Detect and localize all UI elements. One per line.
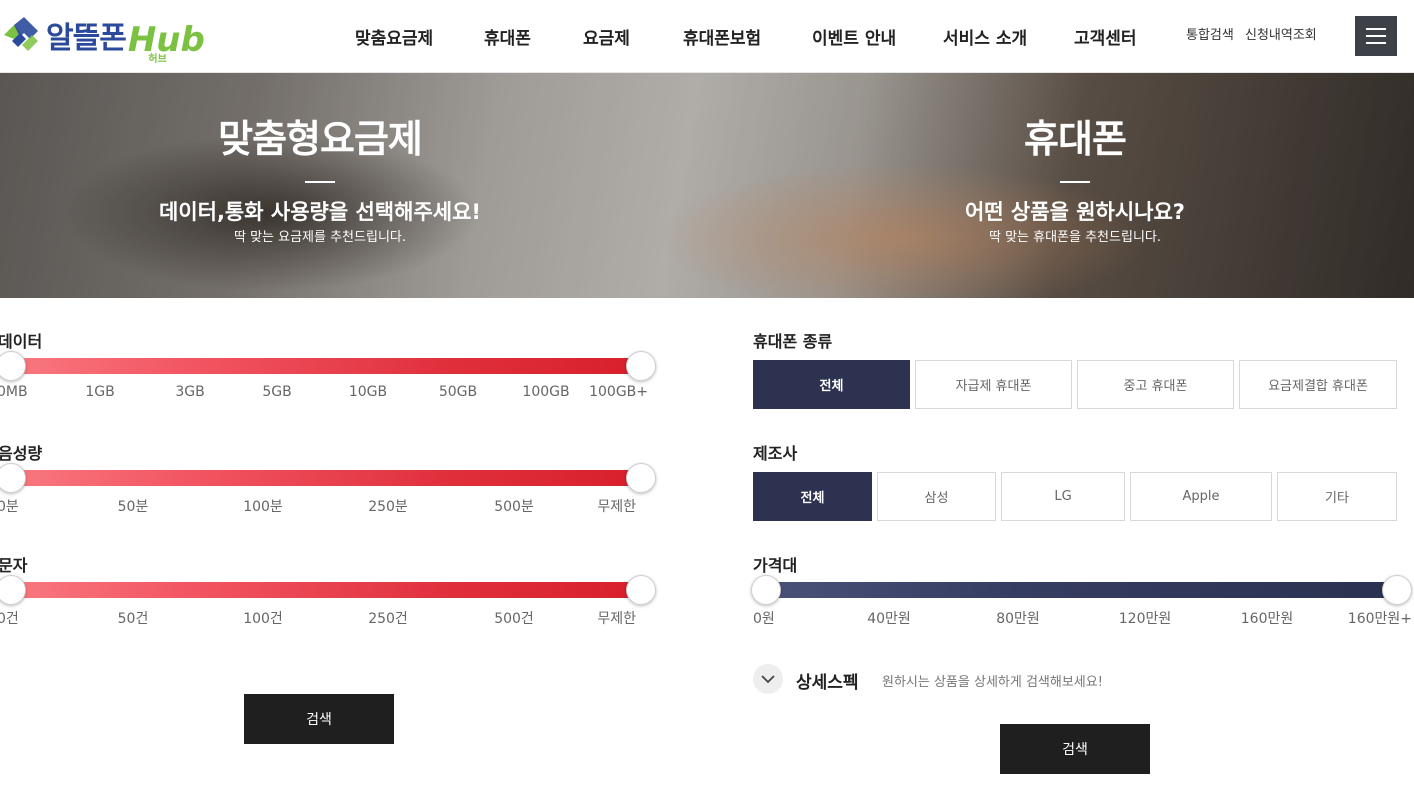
- logo-sub-text: 허브: [148, 54, 167, 65]
- data-slider-track[interactable]: [0, 358, 645, 374]
- voice-tick: 50분: [117, 499, 149, 515]
- price-tick: 160만원: [1240, 611, 1294, 627]
- plan-search-button[interactable]: 검색: [244, 694, 394, 744]
- maker-option-other[interactable]: 기타: [1277, 472, 1397, 521]
- util-link-search[interactable]: 통합검색: [1186, 24, 1234, 43]
- sms-tick: 100건: [243, 611, 283, 627]
- maker-option-samsung[interactable]: 삼성: [877, 472, 996, 521]
- site-logo[interactable]: 알뜰폰 Hub 허브: [0, 12, 205, 65]
- price-tick: 160만원+: [1347, 611, 1412, 627]
- sms-slider-label: 문자: [0, 556, 28, 575]
- hamburger-menu-button[interactable]: [1355, 16, 1397, 56]
- nav-item-event[interactable]: 이벤트 안내: [812, 24, 896, 49]
- price-slider-min-handle[interactable]: [751, 575, 781, 605]
- data-tick: 100GB: [522, 384, 570, 400]
- data-tick: 3GB: [175, 384, 205, 400]
- sms-tick: 500건: [494, 611, 534, 627]
- hero-banner: 맞춤형요금제 데이터,통화 사용량을 선택해주세요! 딱 맞는 요금제를 추천드…: [0, 73, 1414, 298]
- sms-slider-track[interactable]: [0, 582, 645, 598]
- voice-slider-label: 음성량: [0, 444, 43, 463]
- voice-tick: 0분: [0, 499, 19, 515]
- voice-tick: 100분: [243, 499, 283, 515]
- phone-search-button[interactable]: 검색: [1000, 724, 1150, 774]
- maker-option-all[interactable]: 전체: [753, 472, 872, 521]
- sms-slider-max-handle[interactable]: [626, 575, 656, 605]
- sms-tick: 250건: [368, 611, 408, 627]
- data-tick: 10GB: [348, 384, 388, 400]
- data-slider-min-handle[interactable]: [0, 351, 26, 381]
- phone-type-option-all[interactable]: 전체: [753, 360, 910, 409]
- banner-plan-subtitle: 데이터,통화 사용량을 선택해주세요!: [159, 200, 481, 224]
- banner-phone-desc: 딱 맞는 휴대폰을 추천드립니다.: [988, 230, 1161, 245]
- data-tick: 50GB: [438, 384, 478, 400]
- sms-tick: 50건: [117, 611, 149, 627]
- data-tick: 5GB: [262, 384, 292, 400]
- data-tick: 100GB+: [589, 384, 648, 400]
- banner-phone: 휴대폰 어떤 상품을 원하시나요? 딱 맞는 휴대폰을 추천드립니다.: [825, 73, 1325, 247]
- price-tick: 0원: [753, 611, 775, 627]
- nav-item-plan[interactable]: 요금제: [583, 24, 630, 49]
- banner-plan: 맞춤형요금제 데이터,통화 사용량을 선택해주세요! 딱 맞는 요금제를 추천드…: [70, 73, 570, 247]
- util-link-history[interactable]: 신청내역조회: [1245, 24, 1317, 43]
- voice-tick: 무제한: [597, 499, 636, 515]
- nav-item-phone[interactable]: 휴대폰: [484, 24, 531, 49]
- voice-slider-track[interactable]: [0, 470, 645, 486]
- banner-plan-desc: 딱 맞는 요금제를 추천드립니다.: [233, 230, 406, 245]
- voice-tick: 500분: [494, 499, 534, 515]
- nav-item-service[interactable]: 서비스 소개: [943, 24, 1027, 49]
- divider: [305, 181, 335, 183]
- price-slider-label: 가격대: [753, 556, 798, 575]
- site-header: 알뜰폰 Hub 허브 맞춤요금제 휴대폰 요금제 휴대폰보험 이벤트 안내 서비…: [0, 0, 1414, 73]
- data-slider-label: 데이터: [0, 332, 43, 351]
- logo-mark-icon: [4, 17, 38, 51]
- maker-option-lg[interactable]: LG: [1001, 472, 1125, 521]
- data-tick: 1GB: [85, 384, 115, 400]
- divider: [1060, 181, 1090, 183]
- chevron-down-icon: [761, 675, 775, 684]
- sms-tick: 0건: [0, 611, 19, 627]
- nav-item-custom-plan[interactable]: 맞춤요금제: [355, 24, 433, 49]
- sms-slider-min-handle[interactable]: [0, 575, 26, 605]
- price-slider-max-handle[interactable]: [1382, 575, 1412, 605]
- logo-korean-text: 알뜰폰: [46, 21, 127, 56]
- nav-item-support[interactable]: 고객센터: [1074, 24, 1137, 49]
- data-tick: 0MB: [0, 384, 28, 400]
- maker-label: 제조사: [753, 444, 798, 463]
- nav-item-insurance[interactable]: 휴대폰보험: [683, 24, 761, 49]
- detail-spec-title[interactable]: 상세스펙: [796, 668, 859, 693]
- detail-spec-desc: 원하시는 상품을 상세하게 검색해보세요!: [882, 675, 1103, 690]
- phone-type-option-unlocked[interactable]: 자급제 휴대폰: [915, 360, 1072, 409]
- voice-slider-max-handle[interactable]: [626, 463, 656, 493]
- banner-plan-title: 맞춤형요금제: [218, 117, 423, 161]
- voice-slider-min-handle[interactable]: [0, 463, 26, 493]
- phone-type-label: 휴대폰 종류: [753, 332, 833, 351]
- sms-tick: 무제한: [597, 611, 636, 627]
- data-slider-max-handle[interactable]: [626, 351, 656, 381]
- price-tick: 120만원: [1118, 611, 1172, 627]
- banner-phone-subtitle: 어떤 상품을 원하시나요?: [964, 200, 1185, 224]
- price-tick: 40만원: [867, 611, 911, 627]
- phone-type-option-bundle[interactable]: 요금제결합 휴대폰: [1239, 360, 1397, 409]
- phone-type-option-used[interactable]: 중고 휴대폰: [1077, 360, 1234, 409]
- detail-spec-toggle-button[interactable]: [753, 664, 783, 694]
- price-slider-track[interactable]: [760, 582, 1400, 598]
- price-tick: 80만원: [996, 611, 1040, 627]
- voice-tick: 250분: [368, 499, 408, 515]
- banner-phone-title: 휴대폰: [1024, 117, 1127, 161]
- hamburger-icon: [1366, 28, 1386, 30]
- maker-option-apple[interactable]: Apple: [1130, 472, 1272, 521]
